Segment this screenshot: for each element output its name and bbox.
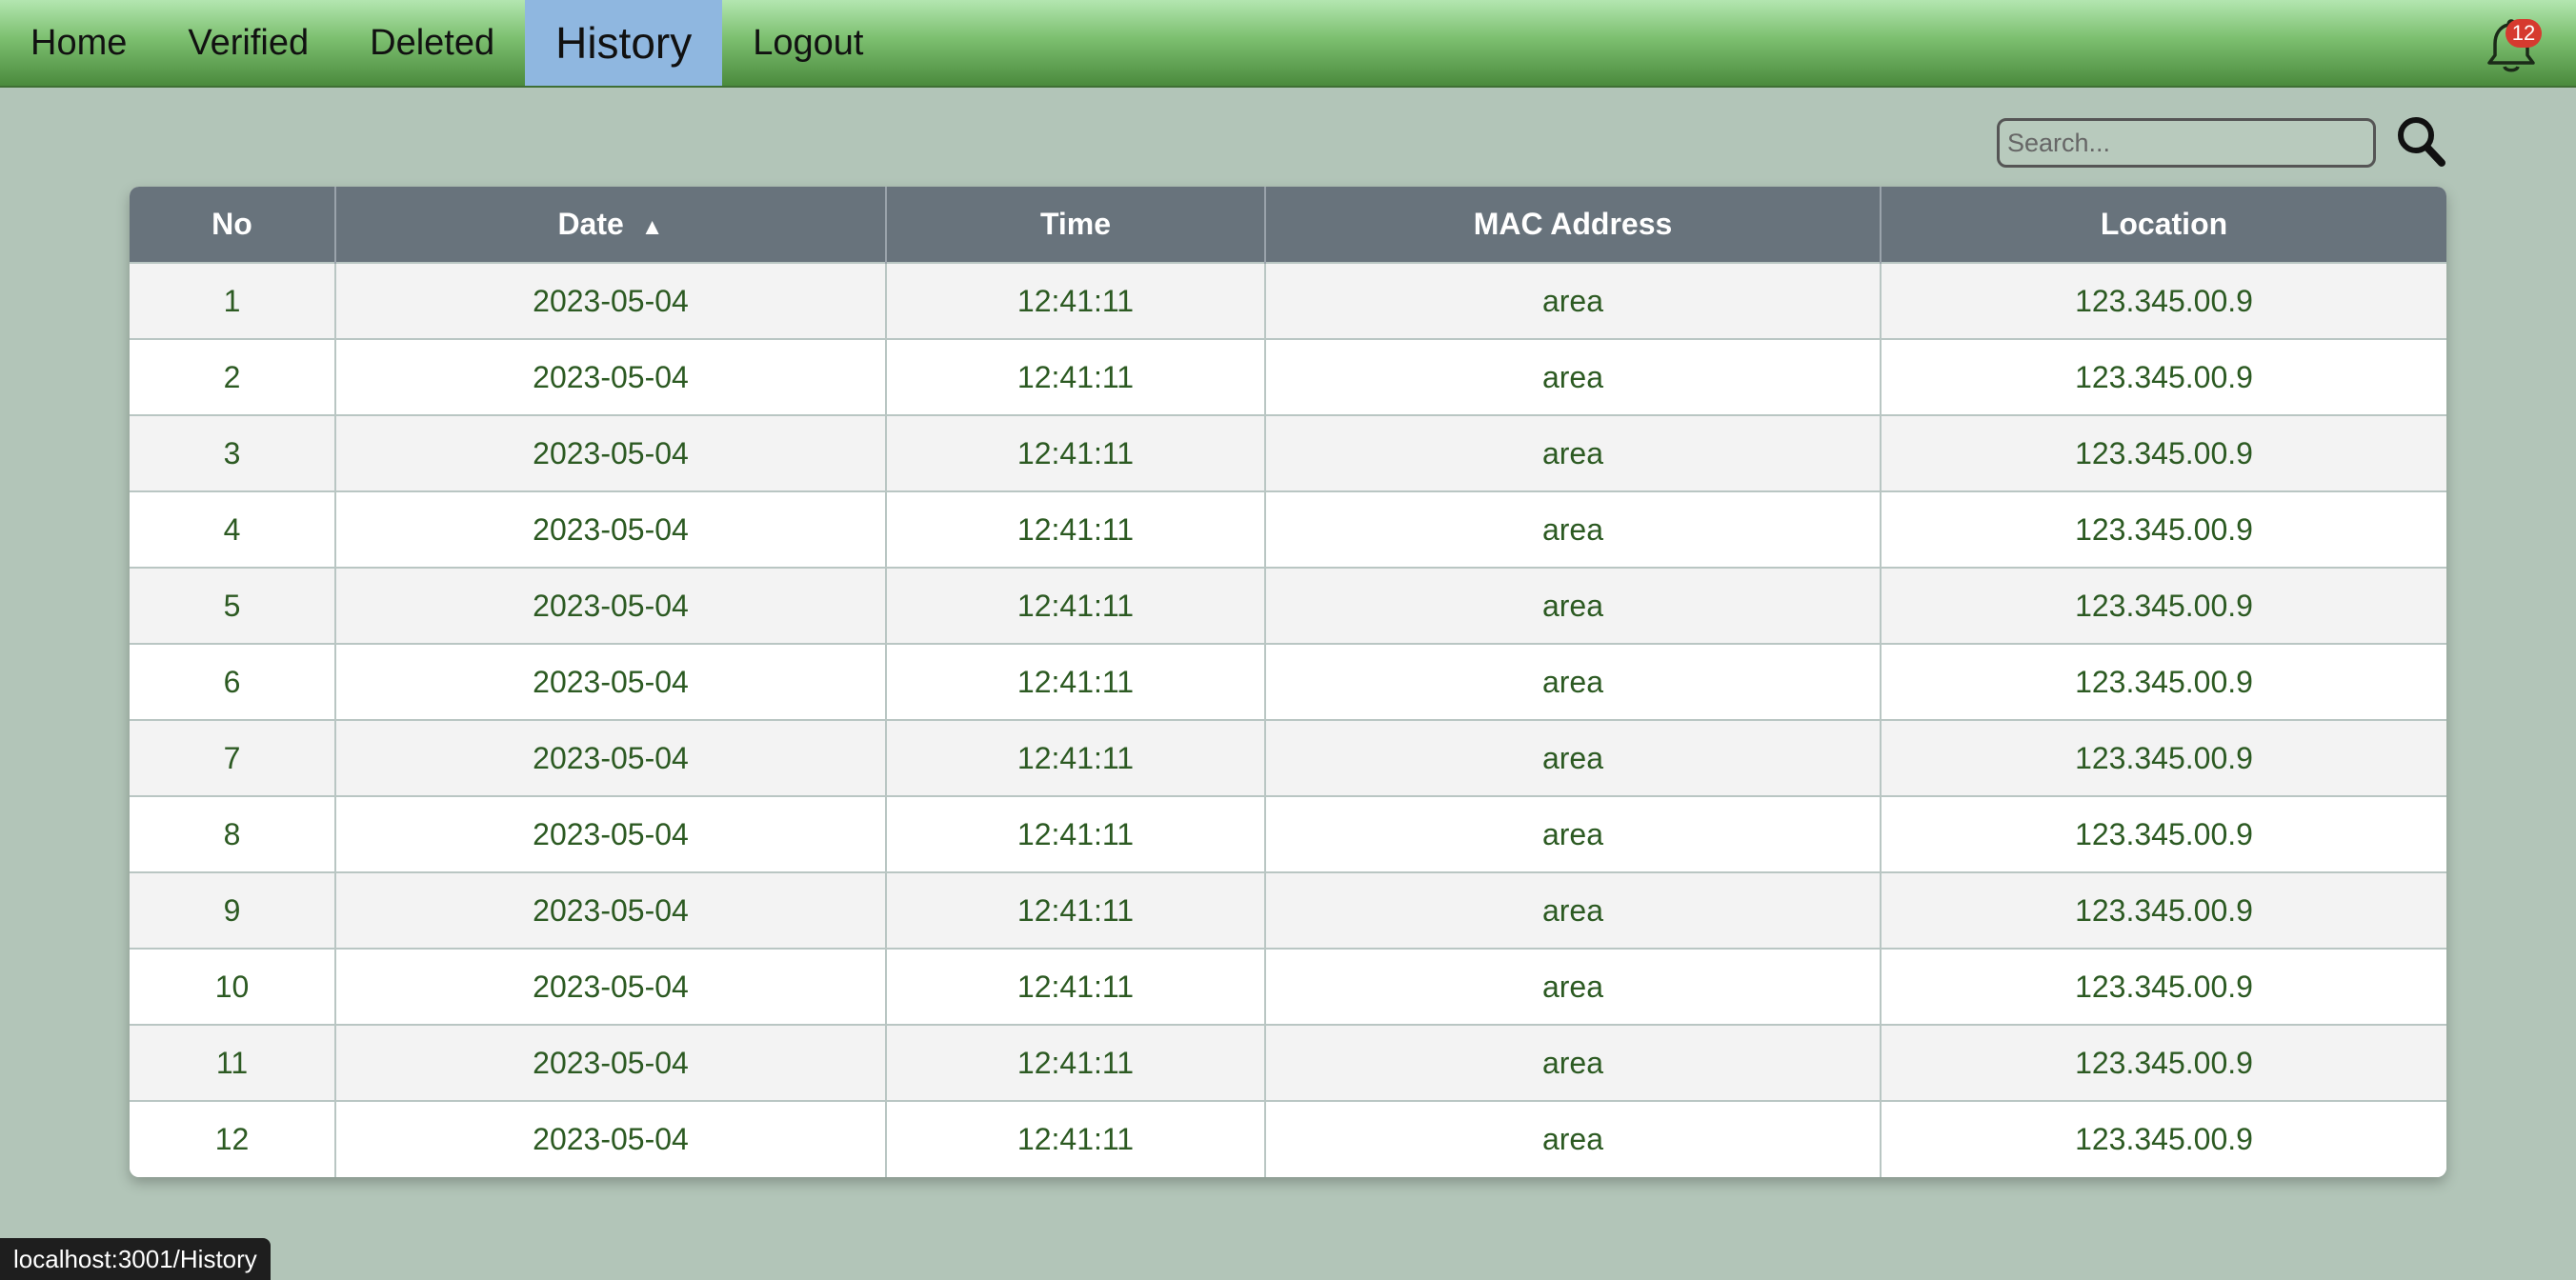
- column-header-mac-address[interactable]: MAC Address: [1265, 187, 1882, 263]
- cell-time: 12:41:11: [886, 338, 1266, 415]
- cell-mac-address: area: [1265, 338, 1882, 415]
- cell-no: 4: [130, 490, 336, 568]
- notification-badge: 12: [2506, 19, 2542, 48]
- cell-location: 123.345.00.9: [1881, 262, 2446, 339]
- cell-mac-address: area: [1265, 948, 1882, 1025]
- table-row[interactable]: 8 2023-05-04 12:41:11 area 123.345.00.9: [130, 795, 2446, 872]
- cell-mac-address: area: [1265, 262, 1882, 339]
- table-row[interactable]: 10 2023-05-04 12:41:11 area 123.345.00.9: [130, 948, 2446, 1025]
- cell-no: 12: [130, 1100, 336, 1177]
- cell-no: 6: [130, 643, 336, 720]
- nav-verified[interactable]: Verified: [157, 0, 339, 86]
- cell-location: 123.345.00.9: [1881, 643, 2446, 720]
- cell-location: 123.345.00.9: [1881, 1100, 2446, 1177]
- cell-no: 11: [130, 1024, 336, 1101]
- cell-location: 123.345.00.9: [1881, 795, 2446, 872]
- cell-no: 3: [130, 414, 336, 491]
- cell-date: 2023-05-04: [335, 567, 887, 644]
- cell-no: 10: [130, 948, 336, 1025]
- cell-location: 123.345.00.9: [1881, 948, 2446, 1025]
- cell-location: 123.345.00.9: [1881, 338, 2446, 415]
- column-header-time[interactable]: Time: [886, 187, 1266, 263]
- table-row[interactable]: 12 2023-05-04 12:41:11 area 123.345.00.9: [130, 1100, 2446, 1177]
- cell-time: 12:41:11: [886, 719, 1266, 796]
- table-row[interactable]: 5 2023-05-04 12:41:11 area 123.345.00.9: [130, 567, 2446, 644]
- cell-location: 123.345.00.9: [1881, 414, 2446, 491]
- nav-home[interactable]: Home: [0, 0, 157, 86]
- cell-mac-address: area: [1265, 1024, 1882, 1101]
- cell-mac-address: area: [1265, 1100, 1882, 1177]
- cell-date: 2023-05-04: [335, 338, 887, 415]
- table-row[interactable]: 11 2023-05-04 12:41:11 area 123.345.00.9: [130, 1024, 2446, 1101]
- cell-date: 2023-05-04: [335, 1024, 887, 1101]
- cell-mac-address: area: [1265, 414, 1882, 491]
- cell-location: 123.345.00.9: [1881, 490, 2446, 568]
- cell-mac-address: area: [1265, 490, 1882, 568]
- table-body: 1 2023-05-04 12:41:11 area 123.345.00.9 2 2023…: [130, 262, 2446, 1177]
- table-row[interactable]: 9 2023-05-04 12:41:11 area 123.345.00.9: [130, 871, 2446, 949]
- column-header-date-label: Date: [557, 207, 624, 241]
- cell-date: 2023-05-04: [335, 948, 887, 1025]
- cell-time: 12:41:11: [886, 490, 1266, 568]
- cell-mac-address: area: [1265, 719, 1882, 796]
- cell-location: 123.345.00.9: [1881, 719, 2446, 796]
- cell-date: 2023-05-04: [335, 795, 887, 872]
- sort-ascending-icon: ▲: [640, 214, 664, 240]
- table-row[interactable]: 2 2023-05-04 12:41:11 area 123.345.00.9: [130, 338, 2446, 415]
- cell-time: 12:41:11: [886, 1024, 1266, 1101]
- nav-deleted[interactable]: Deleted: [339, 0, 525, 86]
- cell-no: 2: [130, 338, 336, 415]
- table-row[interactable]: 1 2023-05-04 12:41:11 area 123.345.00.9: [130, 262, 2446, 339]
- column-header-date[interactable]: Date ▲: [335, 187, 887, 263]
- cell-date: 2023-05-04: [335, 490, 887, 568]
- cell-mac-address: area: [1265, 795, 1882, 872]
- cell-time: 12:41:11: [886, 262, 1266, 339]
- cell-location: 123.345.00.9: [1881, 567, 2446, 644]
- cell-no: 5: [130, 567, 336, 644]
- cell-location: 123.345.00.9: [1881, 871, 2446, 949]
- table-row[interactable]: 6 2023-05-04 12:41:11 area 123.345.00.9: [130, 643, 2446, 720]
- table-row[interactable]: 3 2023-05-04 12:41:11 area 123.345.00.9: [130, 414, 2446, 491]
- cell-time: 12:41:11: [886, 567, 1266, 644]
- cell-time: 12:41:11: [886, 643, 1266, 720]
- cell-date: 2023-05-04: [335, 414, 887, 491]
- cell-no: 7: [130, 719, 336, 796]
- column-header-no[interactable]: No: [130, 187, 336, 263]
- cell-date: 2023-05-04: [335, 1100, 887, 1177]
- search-icon[interactable]: [2395, 114, 2446, 168]
- nav-logout[interactable]: Logout: [722, 0, 894, 86]
- cell-no: 1: [130, 262, 336, 339]
- cell-time: 12:41:11: [886, 871, 1266, 949]
- cell-mac-address: area: [1265, 643, 1882, 720]
- cell-date: 2023-05-04: [335, 719, 887, 796]
- nav-history[interactable]: History: [525, 0, 723, 86]
- table-row[interactable]: 4 2023-05-04 12:41:11 area 123.345.00.9: [130, 490, 2446, 568]
- table-header-row: No Date ▲ Time MAC Address Location: [130, 187, 2446, 263]
- cell-time: 12:41:11: [886, 948, 1266, 1025]
- column-header-location[interactable]: Location: [1881, 187, 2446, 263]
- cell-date: 2023-05-04: [335, 262, 887, 339]
- cell-mac-address: area: [1265, 871, 1882, 949]
- cell-date: 2023-05-04: [335, 871, 887, 949]
- history-table-container: No Date ▲ Time MAC Address Location 1 2023…: [130, 187, 2446, 1177]
- cell-mac-address: area: [1265, 567, 1882, 644]
- cell-no: 8: [130, 795, 336, 872]
- cell-no: 9: [130, 871, 336, 949]
- cell-time: 12:41:11: [886, 1100, 1266, 1177]
- history-table: No Date ▲ Time MAC Address Location 1 2023…: [130, 187, 2446, 1177]
- status-bar-url: localhost:3001/History: [0, 1238, 271, 1280]
- cell-date: 2023-05-04: [335, 643, 887, 720]
- cell-location: 123.345.00.9: [1881, 1024, 2446, 1101]
- search-input[interactable]: [1997, 118, 2376, 168]
- top-navbar: Home Verified Deleted History Logout 12: [0, 0, 2576, 88]
- table-row[interactable]: 7 2023-05-04 12:41:11 area 123.345.00.9: [130, 719, 2446, 796]
- cell-time: 12:41:11: [886, 414, 1266, 491]
- cell-time: 12:41:11: [886, 795, 1266, 872]
